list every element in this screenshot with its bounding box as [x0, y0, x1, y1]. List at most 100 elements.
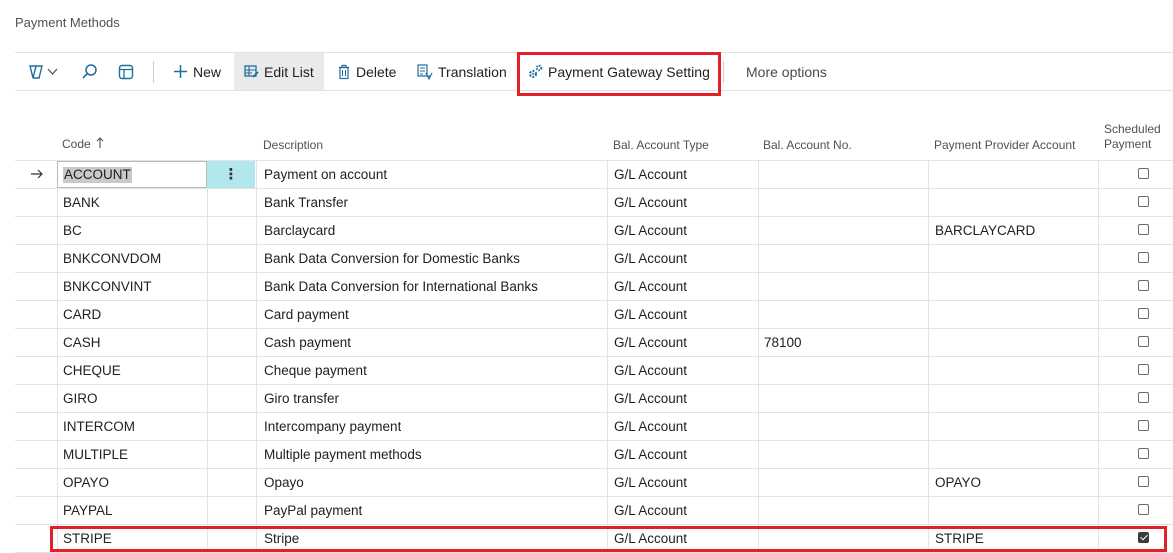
- column-divider: [57, 413, 58, 441]
- scheduled-payment-checkbox[interactable]: [1138, 196, 1149, 207]
- bal-account-type-cell[interactable]: G/L Account: [614, 301, 687, 329]
- bal-account-type-cell[interactable]: G/L Account: [614, 217, 687, 245]
- search-button[interactable]: [81, 53, 98, 90]
- bal-account-type-cell[interactable]: G/L Account: [614, 469, 687, 497]
- column-divider: [207, 273, 208, 301]
- table-row[interactable]: STRIPE Stripe G/L Account STRIPE: [15, 525, 1173, 553]
- description-cell[interactable]: Cheque payment: [264, 357, 367, 385]
- scheduled-payment-checkbox[interactable]: [1138, 504, 1149, 515]
- code-cell[interactable]: GIRO: [63, 385, 98, 413]
- table-row[interactable]: GIRO Giro transfer G/L Account: [15, 385, 1173, 413]
- scheduled-payment-checkbox[interactable]: [1138, 392, 1149, 403]
- code-cell[interactable]: BNKCONVDOM: [63, 245, 161, 273]
- table-row[interactable]: PAYPAL PayPal payment G/L Account: [15, 497, 1173, 525]
- scheduled-payment-checkbox[interactable]: [1138, 252, 1149, 263]
- table-row[interactable]: OPAYO Opayo G/L Account OPAYO: [15, 469, 1173, 497]
- bal-account-type-cell[interactable]: G/L Account: [614, 413, 687, 441]
- more-options-button[interactable]: More options: [746, 53, 827, 90]
- table-row[interactable]: BANK Bank Transfer G/L Account: [15, 189, 1173, 217]
- table-row[interactable]: CARD Card payment G/L Account: [15, 301, 1173, 329]
- bal-account-type-cell[interactable]: G/L Account: [614, 189, 687, 217]
- delete-button[interactable]: Delete: [337, 53, 396, 90]
- code-cell[interactable]: CASH: [63, 329, 101, 357]
- code-cell[interactable]: ACCOUNT: [63, 167, 132, 183]
- description-cell[interactable]: Intercompany payment: [264, 413, 401, 441]
- scheduled-payment-checkbox[interactable]: [1138, 280, 1149, 291]
- filter-views-button[interactable]: [27, 53, 58, 90]
- column-divider: [256, 189, 257, 217]
- bal-account-type-cell[interactable]: G/L Account: [614, 357, 687, 385]
- bal-account-type-cell[interactable]: G/L Account: [614, 245, 687, 273]
- payment-provider-account-cell[interactable]: STRIPE: [935, 525, 984, 553]
- description-cell[interactable]: Payment on account: [264, 161, 387, 189]
- table-row[interactable]: CHEQUE Cheque payment G/L Account: [15, 357, 1173, 385]
- description-cell[interactable]: Bank Data Conversion for International B…: [264, 273, 538, 301]
- scheduled-payment-checkbox[interactable]: [1138, 476, 1149, 487]
- chevron-down-icon: [47, 68, 58, 76]
- payment-gateway-setting-button[interactable]: Payment Gateway Setting: [527, 53, 710, 90]
- row-actions-button[interactable]: ⋮: [207, 161, 255, 188]
- layout-button[interactable]: [118, 53, 134, 90]
- description-cell[interactable]: Card payment: [264, 301, 349, 329]
- column-divider: [607, 497, 608, 525]
- bal-account-type-cell[interactable]: G/L Account: [614, 525, 687, 553]
- code-cell[interactable]: BNKCONVINT: [63, 273, 152, 301]
- column-divider: [1098, 413, 1099, 441]
- description-cell[interactable]: Cash payment: [264, 329, 351, 357]
- column-divider: [928, 385, 929, 413]
- translation-button[interactable]: Translation: [417, 53, 507, 90]
- scheduled-payment-checkbox[interactable]: [1138, 532, 1149, 543]
- scheduled-payment-checkbox[interactable]: [1138, 448, 1149, 459]
- description-cell[interactable]: Bank Data Conversion for Domestic Banks: [264, 245, 520, 273]
- bal-account-type-cell[interactable]: G/L Account: [614, 441, 687, 469]
- scheduled-payment-checkbox[interactable]: [1138, 336, 1149, 347]
- code-cell[interactable]: BC: [63, 217, 82, 245]
- scheduled-payment-checkbox[interactable]: [1138, 420, 1149, 431]
- bal-account-type-cell[interactable]: G/L Account: [614, 385, 687, 413]
- table-row[interactable]: MULTIPLE Multiple payment methods G/L Acco…: [15, 441, 1173, 469]
- description-cell[interactable]: Barclaycard: [264, 217, 335, 245]
- table-row[interactable]: BC Barclaycard G/L Account BARCLAYCARD: [15, 217, 1173, 245]
- description-cell[interactable]: Stripe: [264, 525, 299, 553]
- column-header-bal-account-no[interactable]: Bal. Account No.: [763, 138, 852, 153]
- bal-account-type-cell[interactable]: G/L Account: [614, 329, 687, 357]
- code-cell[interactable]: STRIPE: [63, 525, 112, 553]
- description-cell[interactable]: Giro transfer: [264, 385, 339, 413]
- description-cell[interactable]: PayPal payment: [264, 497, 362, 525]
- code-cell[interactable]: INTERCOM: [63, 413, 135, 441]
- table-row[interactable]: BNKCONVDOM Bank Data Conversion for Domes…: [15, 245, 1173, 273]
- table-row[interactable]: BNKCONVINT Bank Data Conversion for Inter…: [15, 273, 1173, 301]
- scheduled-payment-checkbox[interactable]: [1138, 364, 1149, 375]
- column-header-bal-account-type[interactable]: Bal. Account Type: [613, 138, 709, 153]
- scheduled-payment-checkbox[interactable]: [1138, 168, 1149, 179]
- code-cell[interactable]: CHEQUE: [63, 357, 121, 385]
- table-row[interactable]: INTERCOM Intercompany payment G/L Account: [15, 413, 1173, 441]
- column-header-code[interactable]: Code: [62, 137, 104, 153]
- bal-account-type-cell[interactable]: G/L Account: [614, 161, 687, 189]
- description-cell[interactable]: Multiple payment methods: [264, 441, 422, 469]
- column-divider: [928, 413, 929, 441]
- payment-provider-account-cell[interactable]: OPAYO: [935, 469, 981, 497]
- column-divider: [256, 357, 257, 385]
- table-row[interactable]: CASH Cash payment G/L Account 78100: [15, 329, 1173, 357]
- edit-list-button[interactable]: Edit List: [234, 53, 324, 90]
- bal-account-no-cell[interactable]: 78100: [764, 329, 802, 357]
- new-button[interactable]: New: [173, 53, 221, 90]
- scheduled-payment-checkbox[interactable]: [1138, 308, 1149, 319]
- description-cell[interactable]: Opayo: [264, 469, 304, 497]
- scheduled-payment-checkbox[interactable]: [1138, 224, 1149, 235]
- column-header-scheduled-payment[interactable]: Scheduled Payment: [1104, 122, 1161, 152]
- code-cell[interactable]: BANK: [63, 189, 100, 217]
- code-cell[interactable]: PAYPAL: [63, 497, 113, 525]
- bal-account-type-cell[interactable]: G/L Account: [614, 497, 687, 525]
- code-cell[interactable]: CARD: [63, 301, 101, 329]
- code-cell[interactable]: OPAYO: [63, 469, 109, 497]
- column-header-description[interactable]: Description: [263, 138, 323, 153]
- bal-account-type-cell[interactable]: G/L Account: [614, 273, 687, 301]
- column-divider: [928, 525, 929, 553]
- column-header-payment-provider-account[interactable]: Payment Provider Account: [934, 138, 1075, 153]
- code-cell[interactable]: MULTIPLE: [63, 441, 128, 469]
- table-row[interactable]: ⋮ ACCOUNT Payment on account G/L Account: [15, 161, 1173, 189]
- description-cell[interactable]: Bank Transfer: [264, 189, 348, 217]
- payment-provider-account-cell[interactable]: BARCLAYCARD: [935, 217, 1035, 245]
